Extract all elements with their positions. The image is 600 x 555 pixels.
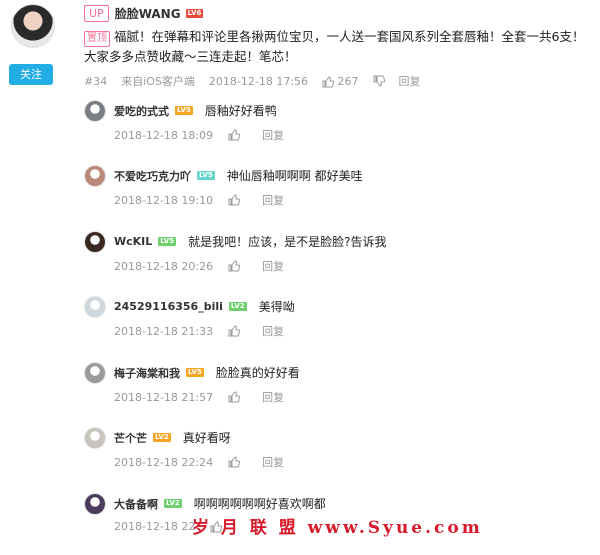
reply-level-badge: LV2 xyxy=(153,433,171,442)
reply-button[interactable]: 回复 xyxy=(399,73,421,89)
follow-button[interactable]: 关注 xyxy=(9,64,53,85)
reply-text: 真好看呀 xyxy=(182,431,231,445)
reply-avatar[interactable] xyxy=(84,231,106,253)
reply-meta: 2018-12-18 21:33 回复 xyxy=(114,323,284,339)
up-badge: UP xyxy=(84,4,109,22)
post-timestamp: 2018-12-18 17:56 xyxy=(208,74,309,88)
reply-line: 芒个芒 LV2 真好看呀 xyxy=(114,429,231,446)
reply-item: 梅子海棠和我 LV5 脸脸真的好好看 2018-12-18 21:57 回复 xyxy=(84,358,594,424)
reply-avatar[interactable] xyxy=(84,362,106,384)
reply-item: 芒个芒 LV2 真好看呀 2018-12-18 22:24 回复 xyxy=(84,423,594,489)
reply-meta: 2018-12-18 22:24 回复 xyxy=(114,454,284,470)
reply-text: 脸脸真的好好看 xyxy=(215,366,300,380)
reply-line: 爱吃的式式 LV5 唇釉好好看鸭 xyxy=(114,102,277,119)
reply-item: 24529116356_bili LV2 美得呦 2018-12-18 21:33 回复 xyxy=(84,292,594,358)
thumbs-up-icon[interactable] xyxy=(228,194,241,206)
reply-line: WcKIL LV5 就是我吧！应该，是不是脸脸?告诉我 xyxy=(114,233,386,250)
thumbs-up-icon[interactable] xyxy=(228,325,241,337)
reply-item: WcKIL LV5 就是我吧！应该，是不是脸脸?告诉我 2018-12-18 20:2… xyxy=(84,227,594,293)
reply-timestamp: 2018-12-18 19:10 xyxy=(114,193,214,207)
like-button[interactable]: 267 xyxy=(322,75,359,88)
reply-timestamp: 2018-12-18 18:09 xyxy=(114,128,214,142)
post-username[interactable]: 脸脸WANG xyxy=(115,5,181,22)
floor-number: #34 xyxy=(84,74,108,88)
reply-meta: 2018-12-18 21:57 回复 xyxy=(114,389,284,405)
thumbs-up-icon xyxy=(322,75,335,87)
reply-item: 爱吃的式式 LV5 唇釉好好看鸭 2018-12-18 18:09 回复 xyxy=(84,96,594,162)
reply-level-badge: LV5 xyxy=(175,106,193,115)
reply-text: 啊啊啊啊啊啊好喜欢啊都 xyxy=(193,497,326,511)
reply-button[interactable]: 回复 xyxy=(262,323,284,339)
user-avatar[interactable] xyxy=(11,4,55,48)
reply-timestamp: 2018-12-18 20:26 xyxy=(114,259,214,273)
reply-meta: 2018-12-18 19:10 回复 xyxy=(114,192,284,208)
reply-avatar[interactable] xyxy=(84,296,106,318)
thumbs-up-icon[interactable] xyxy=(228,391,241,403)
reply-meta: 2018-12-18 20:26 回复 xyxy=(114,258,284,274)
reply-username[interactable]: 大备备啊 xyxy=(114,496,158,512)
reply-username[interactable]: 不爱吃巧克力吖 xyxy=(114,168,191,184)
reply-username[interactable]: 爱吃的式式 xyxy=(114,103,169,119)
reply-line: 24529116356_bili LV2 美得呦 xyxy=(114,298,295,315)
reply-button[interactable]: 回复 xyxy=(262,258,284,274)
reply-text: 美得呦 xyxy=(258,300,295,314)
reply-username[interactable]: 24529116356_bili xyxy=(114,300,223,313)
thumbs-up-icon[interactable] xyxy=(228,129,241,141)
thumbs-up-icon[interactable] xyxy=(228,260,241,272)
thumbs-up-icon[interactable] xyxy=(228,456,241,468)
thumbs-down-icon[interactable] xyxy=(373,75,385,87)
reply-button[interactable]: 回复 xyxy=(262,454,284,470)
reply-timestamp: 2018-12-18 21:33 xyxy=(114,324,214,338)
reply-level-badge: LV5 xyxy=(158,237,177,246)
reply-button[interactable]: 回复 xyxy=(262,389,284,405)
reply-line: 不爱吃巧克力吖 LV5 神仙唇釉啊啊啊 都好美哇 xyxy=(114,167,363,184)
reply-button[interactable]: 回复 xyxy=(262,192,284,208)
reply-timestamp: 2018-12-18 22:24 xyxy=(114,455,214,469)
reply-level-badge: LV2 xyxy=(164,499,182,508)
reply-text: 就是我吧！应该，是不是脸脸?告诉我 xyxy=(188,235,387,249)
level-badge: LV6 xyxy=(185,8,204,18)
reply-username[interactable]: WcKIL xyxy=(114,235,152,248)
pinned-badge: 置顶 xyxy=(84,31,110,47)
post-meta: #34 来自iOS客户端 2018-12-18 17:56 267 回复 xyxy=(84,71,594,91)
reply-avatar[interactable] xyxy=(84,165,106,187)
reply-item: 不爱吃巧克力吖 LV5 神仙唇釉啊啊啊 都好美哇 2018-12-18 19:10 回复 xyxy=(84,161,594,227)
watermark: 岁 月 联 盟 www.Syue.com xyxy=(192,518,483,538)
reply-text: 神仙唇釉啊啊啊 都好美哇 xyxy=(226,169,363,183)
reply-level-badge: LV5 xyxy=(186,368,204,377)
reply-level-badge: LV2 xyxy=(228,302,247,311)
post-text: 置顶 福腻！在弹幕和评论里各揪两位宝贝，一人送一套国风系列全套唇釉！全套一共6支！… xyxy=(84,27,589,67)
reply-line: 梅子海棠和我 LV5 脸脸真的好好看 xyxy=(114,364,300,381)
reply-text: 唇釉好好看鸭 xyxy=(204,104,277,118)
reply-meta: 2018-12-18 18:09 回复 xyxy=(114,127,284,143)
like-count: 267 xyxy=(337,74,359,88)
reply-timestamp: 2018-12-18 21:57 xyxy=(114,390,214,404)
post-body: 福腻！在弹幕和评论里各揪两位宝贝，一人送一套国风系列全套唇釉！全套一共6支！大家… xyxy=(84,29,585,64)
reply-avatar[interactable] xyxy=(84,427,106,449)
main-comment: UP 脸脸WANG LV6 置顶 福腻！在弹幕和评论里各揪两位宝贝，一人送一套国风… xyxy=(84,0,594,91)
reply-button[interactable]: 回复 xyxy=(262,127,284,143)
reply-timestamp: 2018-12-18 22 xyxy=(114,520,196,533)
post-header: UP 脸脸WANG LV6 xyxy=(84,2,594,24)
reply-username[interactable]: 梅子海棠和我 xyxy=(114,365,180,381)
reply-username[interactable]: 芒个芒 xyxy=(114,430,147,446)
reply-avatar[interactable] xyxy=(84,100,106,122)
client-source: 来自iOS客户端 xyxy=(121,75,195,88)
reply-line: 大备备啊 LV2 啊啊啊啊啊啊好喜欢啊都 xyxy=(114,495,326,512)
reply-avatar[interactable] xyxy=(84,493,106,515)
reply-level-badge: LV5 xyxy=(197,171,215,180)
